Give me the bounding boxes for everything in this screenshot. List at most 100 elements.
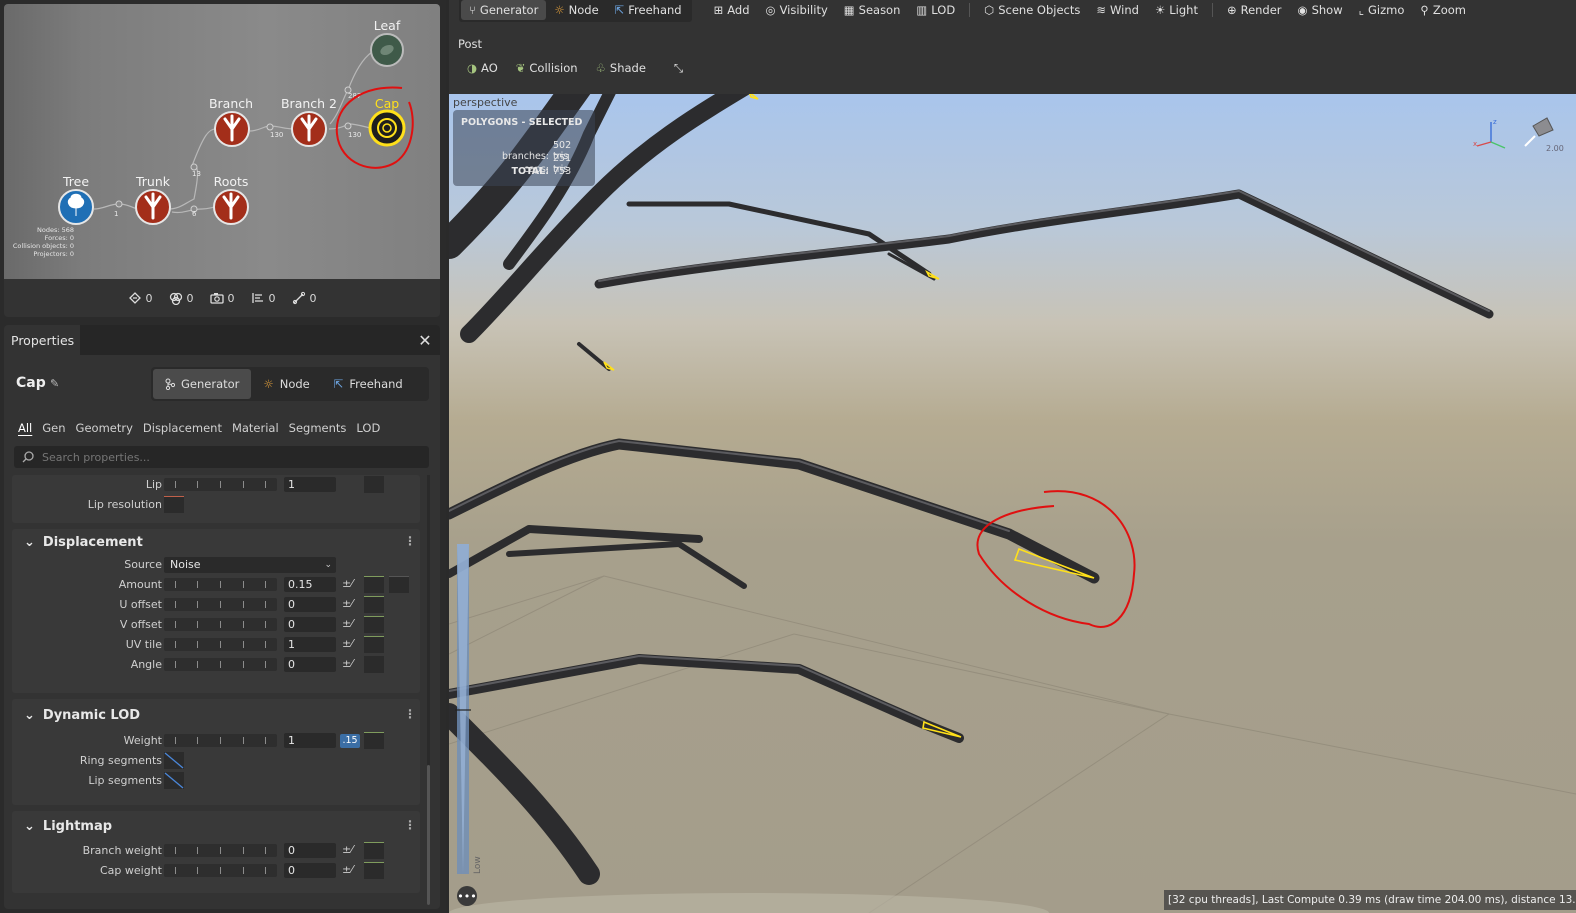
- more-vertical-icon[interactable]: ⋮: [404, 534, 416, 548]
- light-gizmo-icon[interactable]: [1521, 112, 1557, 148]
- weight-badge[interactable]: .15: [340, 734, 360, 748]
- lightmap-header[interactable]: ⌄ Lightmap ⋮: [12, 811, 420, 841]
- lod-menu-button[interactable]: ▥ LOD: [908, 0, 963, 20]
- source-dropdown[interactable]: Noise ⌄: [164, 557, 336, 573]
- angle-slider[interactable]: [164, 658, 277, 671]
- branch-weight-slider[interactable]: [164, 844, 277, 857]
- uv-tile-value[interactable]: 1: [284, 637, 336, 652]
- tab-properties[interactable]: Properties: [4, 325, 80, 355]
- filter-all[interactable]: All: [18, 421, 32, 435]
- wind-menu-button[interactable]: ≋ Wind: [1088, 0, 1147, 20]
- collapse-button[interactable]: ⤡: [666, 58, 691, 78]
- plus-square-icon: ⊞: [713, 3, 724, 17]
- more-vertical-icon[interactable]: ⋮: [404, 818, 416, 832]
- ring-segments-curve[interactable]: [164, 752, 184, 769]
- lip-extra-box[interactable]: [364, 476, 384, 493]
- toolbar-freehand-button[interactable]: ⇱ Freehand: [607, 0, 690, 20]
- randomize-icon[interactable]: ±⁄: [342, 617, 353, 630]
- branch-weight-curve[interactable]: [364, 842, 384, 859]
- filter-lod[interactable]: LOD: [356, 421, 380, 435]
- angle-curve[interactable]: [364, 656, 384, 673]
- show-menu-button[interactable]: ◉ Show: [1290, 0, 1351, 20]
- v-offset-curve[interactable]: [364, 616, 384, 633]
- light-menu-button[interactable]: ☀ Light: [1147, 0, 1206, 20]
- lip-segments-curve[interactable]: [164, 772, 184, 789]
- more-horizontal-icon[interactable]: •••: [457, 886, 477, 906]
- v-offset-value[interactable]: 0: [284, 617, 336, 632]
- lip-value[interactable]: 1: [284, 477, 336, 492]
- randomize-icon[interactable]: ±⁄: [342, 657, 353, 670]
- edit-pencil-icon[interactable]: ✎: [50, 377, 59, 390]
- weight-slider[interactable]: [164, 734, 277, 747]
- weight-curve[interactable]: [364, 732, 384, 749]
- node-graph-canvas[interactable]: 1 13 6 130 130 287 Tree Trunk Roots Bran…: [4, 4, 440, 279]
- amount-curve-2[interactable]: [389, 576, 409, 593]
- cap-weight-slider[interactable]: [164, 864, 277, 877]
- uv-tile-slider[interactable]: [164, 638, 277, 651]
- randomize-icon[interactable]: ±⁄: [342, 843, 353, 856]
- filter-material[interactable]: Material: [232, 421, 279, 435]
- u-offset-curve[interactable]: [364, 596, 384, 613]
- cap-weight-curve[interactable]: [364, 862, 384, 879]
- filter-geometry[interactable]: Geometry: [76, 421, 133, 435]
- render-menu-button[interactable]: ⊕ Render: [1219, 0, 1290, 20]
- uv-tile-curve[interactable]: [364, 636, 384, 653]
- gizmo-menu-button[interactable]: ⌞ Gizmo: [1351, 0, 1413, 20]
- randomize-icon[interactable]: ±⁄: [342, 577, 353, 590]
- randomize-icon[interactable]: ±⁄: [342, 863, 353, 876]
- freehand-mode-button[interactable]: ⇱ Freehand: [322, 369, 415, 399]
- v-offset-slider[interactable]: [164, 618, 277, 631]
- filter-segments[interactable]: Segments: [289, 421, 347, 435]
- amount-slider[interactable]: [164, 578, 277, 591]
- ao-button[interactable]: ◑ AO: [459, 58, 506, 78]
- node-mode-button[interactable]: ☼ Node: [251, 369, 321, 399]
- force-count-button[interactable]: 0: [128, 291, 153, 305]
- add-menu-button[interactable]: ⊞ Add: [706, 0, 758, 20]
- camera-count-button[interactable]: 0: [209, 291, 235, 305]
- lip-resolution-curve[interactable]: [164, 496, 184, 513]
- zoom-menu-button[interactable]: ⚲ Zoom: [1412, 0, 1474, 20]
- toolbar-generator-button[interactable]: ⑂ Generator: [461, 0, 547, 20]
- properties-scroll[interactable]: Lip 1 Lip resolution ⌄ Displacement ⋮ So…: [12, 475, 422, 907]
- 3d-viewport[interactable]: Low perspective POLYGONS - SELECTED bran…: [449, 94, 1576, 913]
- toolbar-node-button[interactable]: ☼ Node: [546, 0, 606, 20]
- shade-button[interactable]: ♧ Shade: [588, 58, 654, 78]
- node-name: Cap: [16, 375, 46, 391]
- displacement-header[interactable]: ⌄ Displacement ⋮: [12, 529, 420, 555]
- visibility-menu-button[interactable]: ◎ Visibility: [758, 0, 836, 20]
- graph-node-trunk-icon[interactable]: [135, 189, 171, 225]
- branch-weight-value[interactable]: 0: [284, 843, 336, 858]
- graph-node-branch-icon[interactable]: [214, 111, 250, 147]
- u-offset-slider[interactable]: [164, 598, 277, 611]
- graph-node-tree-icon[interactable]: [58, 189, 94, 225]
- scrollbar-thumb[interactable]: [427, 765, 430, 905]
- angle-value[interactable]: 0: [284, 657, 336, 672]
- graph-node-branch-2-icon[interactable]: [291, 111, 327, 147]
- graph-node-leaf-icon[interactable]: [370, 33, 404, 67]
- mesh-count-button[interactable]: 0: [292, 291, 317, 305]
- weight-value[interactable]: 1: [284, 733, 336, 748]
- lip-slider[interactable]: [164, 478, 277, 491]
- filter-displacement[interactable]: Displacement: [143, 421, 222, 435]
- collision-button[interactable]: ❦ Collision: [508, 58, 586, 78]
- scene-objects-menu-button[interactable]: ⬡ Scene Objects: [976, 0, 1088, 20]
- collision-count-button[interactable]: 0: [169, 291, 194, 305]
- generator-mode-button[interactable]: Generator: [153, 369, 252, 399]
- axis-gizmo-icon[interactable]: z x: [1471, 116, 1511, 156]
- filter-gen[interactable]: Gen: [42, 421, 65, 435]
- more-vertical-icon[interactable]: ⋮: [404, 707, 416, 721]
- graph-node-cap-icon[interactable]: [368, 109, 406, 147]
- season-menu-button[interactable]: ▦ Season: [836, 0, 909, 20]
- randomize-icon[interactable]: ±⁄: [342, 637, 353, 650]
- randomize-icon[interactable]: ±⁄: [342, 597, 353, 610]
- amount-value[interactable]: 0.15: [284, 577, 336, 592]
- dynamic-lod-header[interactable]: ⌄ Dynamic LOD ⋮: [12, 699, 420, 731]
- amount-curve[interactable]: [364, 576, 384, 593]
- cap-weight-value[interactable]: 0: [284, 863, 336, 878]
- u-offset-value[interactable]: 0: [284, 597, 336, 612]
- search-input[interactable]: [42, 450, 382, 464]
- projector-count-button[interactable]: 0: [251, 291, 276, 305]
- properties-scrollbar[interactable]: [427, 475, 430, 905]
- close-icon[interactable]: ✕: [416, 331, 434, 350]
- graph-node-roots-icon[interactable]: [213, 189, 249, 225]
